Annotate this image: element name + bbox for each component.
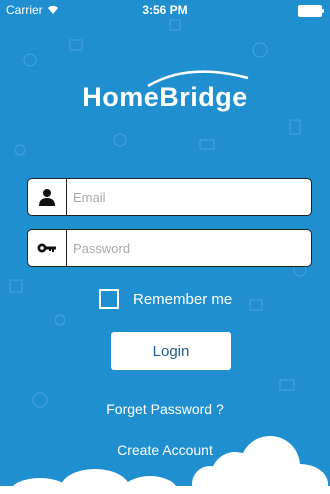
email-field-container [27, 178, 312, 216]
app-logo: HomeBridge [82, 82, 248, 112]
status-bar: Carrier 3:56 PM [0, 0, 330, 20]
status-time: 3:56 PM [142, 3, 188, 17]
remember-me-checkbox[interactable] [99, 289, 119, 309]
email-input[interactable] [67, 179, 311, 215]
key-icon [28, 230, 67, 266]
password-input[interactable] [67, 230, 311, 266]
remember-me-label: Remember me [133, 290, 233, 308]
remember-me-row[interactable]: Remember me [99, 289, 232, 309]
user-icon [28, 179, 67, 215]
login-button[interactable]: Login [111, 332, 231, 370]
password-field-container [27, 229, 312, 267]
battery-icon [298, 5, 324, 17]
forgot-password-link[interactable]: Forget Password ? [0, 401, 330, 417]
clouds-decoration [0, 436, 330, 494]
